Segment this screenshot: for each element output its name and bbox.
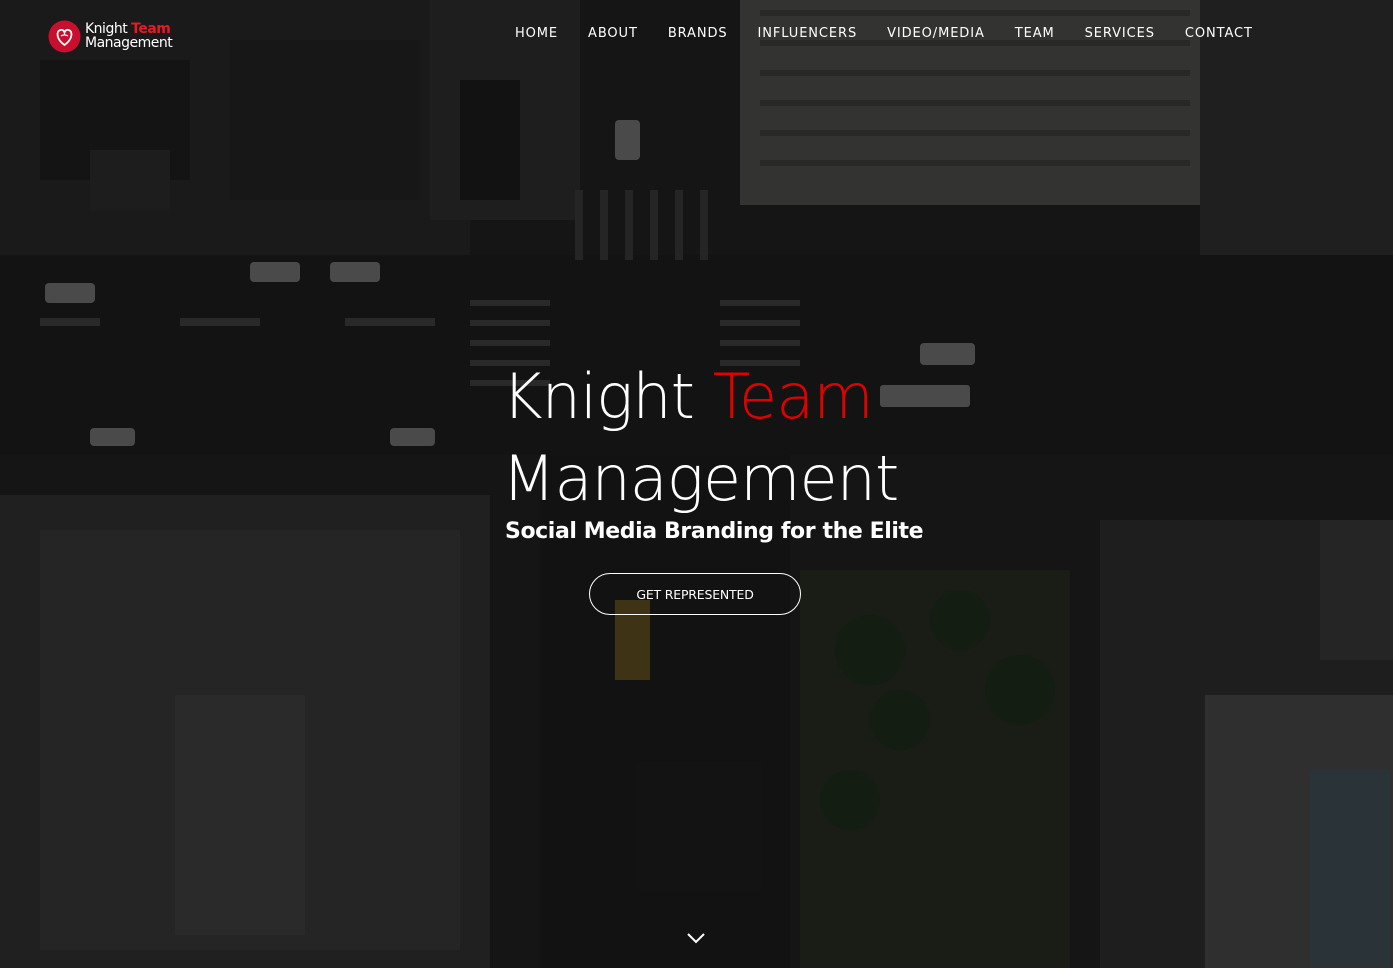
get-represented-label: GET REPRESENTED xyxy=(636,586,754,602)
nav-item-brands[interactable]: BRANDS xyxy=(653,25,743,43)
hero-headline: Knight Team Management xyxy=(502,356,899,520)
nav-item-video-media[interactable]: VIDEO/MEDIA xyxy=(872,25,1000,43)
hero-section: Knight Team Management HOME ABOUT BRANDS… xyxy=(0,0,1393,968)
nav-item-contact[interactable]: CONTACT xyxy=(1170,25,1268,43)
site-logo[interactable]: Knight Team Management xyxy=(48,18,188,54)
heart-logo-icon xyxy=(48,20,81,52)
logo-wordmark: Knight Team Management xyxy=(85,22,173,51)
nav-item-services[interactable]: SERVICES xyxy=(1070,25,1170,43)
nav-item-influencers[interactable]: INFLUENCERS xyxy=(743,25,873,43)
main-nav: HOME ABOUT BRANDS INFLUENCERS VIDEO/MEDI… xyxy=(500,25,1268,43)
headline-word-management: Management xyxy=(502,442,899,515)
get-represented-button[interactable]: GET REPRESENTED xyxy=(589,573,801,615)
nav-item-about[interactable]: ABOUT xyxy=(573,25,653,43)
chevron-down-icon[interactable] xyxy=(684,928,708,948)
headline-line-1: Knight Team xyxy=(502,356,898,438)
logo-word-management: Management xyxy=(85,35,173,51)
nav-item-home[interactable]: HOME xyxy=(500,25,573,43)
hero-tagline: Social Media Branding for the Elite xyxy=(505,519,924,544)
nav-item-team[interactable]: TEAM xyxy=(1000,25,1070,43)
headline-word-team: Team xyxy=(712,360,874,433)
headline-word-knight: Knight xyxy=(502,360,695,433)
